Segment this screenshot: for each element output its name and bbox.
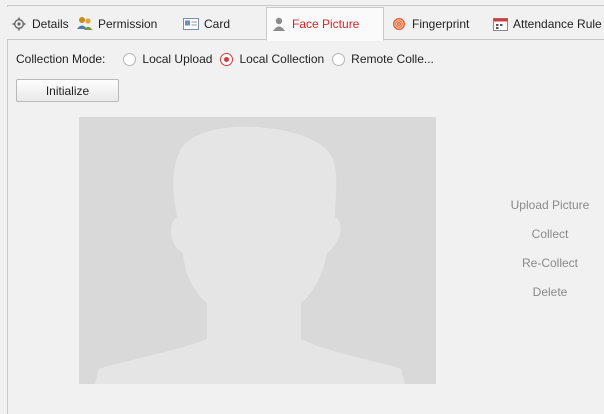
- initialize-button[interactable]: Initialize: [16, 79, 119, 102]
- collection-mode-label: Collection Mode:: [16, 52, 106, 66]
- card-icon: [183, 16, 199, 32]
- radio-button-checked[interactable]: [220, 52, 234, 66]
- users-icon: [77, 16, 93, 32]
- tab-label: Card: [204, 16, 231, 31]
- tab-face-picture[interactable]: Face Picture: [266, 7, 384, 41]
- fingerprint-icon: [391, 16, 407, 32]
- calendar-icon: [492, 16, 508, 32]
- tab-label: Permission: [98, 16, 158, 31]
- recollect-button[interactable]: Re-Collect: [505, 254, 595, 283]
- radio-local-collection[interactable]: Local Collection: [220, 52, 324, 66]
- tab-label: Fingerprint: [412, 16, 470, 31]
- radio-remote-collection[interactable]: Remote Colle...: [332, 52, 434, 66]
- radio-label: Remote Colle...: [351, 52, 434, 66]
- person-icon: [271, 16, 287, 32]
- tab-label: Attendance Rule: [513, 16, 602, 31]
- radio-label: Local Collection: [239, 52, 325, 66]
- tab-permission[interactable]: Permission: [73, 7, 161, 40]
- collect-button[interactable]: Collect: [505, 225, 595, 254]
- radio-label: Local Upload: [142, 52, 213, 66]
- gear-icon: [11, 16, 27, 32]
- tab-details[interactable]: Details: [7, 7, 73, 40]
- collection-mode-row: Collection Mode: Local Upload Local Coll…: [16, 50, 442, 68]
- face-actions: Upload Picture Collect Re-Collect Delete: [505, 196, 604, 312]
- tab-fingerprint[interactable]: Fingerprint: [387, 7, 473, 40]
- person-silhouette-icon: [95, 126, 405, 384]
- tab-label: Details: [32, 16, 69, 31]
- delete-button[interactable]: Delete: [505, 283, 595, 312]
- tab-attendance-rule[interactable]: Attendance Rule: [488, 7, 604, 40]
- radio-local-upload[interactable]: Local Upload: [123, 52, 212, 66]
- tab-label: Face Picture: [292, 17, 360, 31]
- radio-button[interactable]: [332, 52, 346, 66]
- tab-card[interactable]: Card: [179, 7, 234, 40]
- upload-picture-button[interactable]: Upload Picture: [505, 196, 595, 225]
- face-picture-placeholder: [79, 117, 436, 384]
- tab-bar: Details Permission Card Face Picture Fin…: [7, 7, 604, 41]
- radio-button[interactable]: [123, 52, 137, 66]
